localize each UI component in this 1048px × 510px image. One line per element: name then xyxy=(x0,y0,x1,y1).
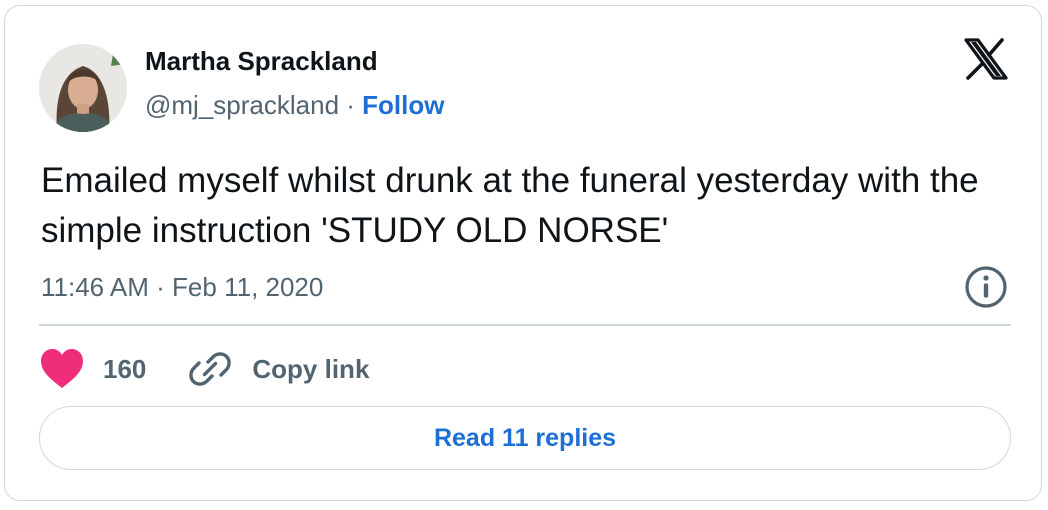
divider xyxy=(39,324,1011,326)
tweet-time: 11:46 AM xyxy=(41,272,149,302)
read-replies-button[interactable]: Read 11 replies xyxy=(39,406,1011,470)
tweet-card: Martha Sprackland @mj_sprackland · Follo… xyxy=(4,5,1042,501)
copy-link-label: Copy link xyxy=(252,353,370,384)
meta-separator: · xyxy=(148,272,173,302)
tweet-date: Feb 11, 2020 xyxy=(172,272,324,302)
author-handle[interactable]: @mj_sprackland xyxy=(145,90,339,120)
handle-separator: · xyxy=(339,90,363,120)
info-icon[interactable] xyxy=(963,264,1009,310)
action-bar: 160 Copy link xyxy=(39,344,369,394)
author-handle-row: @mj_sprackland · Follow xyxy=(145,90,444,121)
copy-link-button[interactable]: Copy link xyxy=(188,347,369,391)
like-button[interactable]: 160 xyxy=(39,348,146,390)
tweet-timestamp[interactable]: 11:46 AM · Feb 11, 2020 xyxy=(41,272,323,303)
x-logo-icon[interactable] xyxy=(963,38,1009,80)
follow-button[interactable]: Follow xyxy=(362,90,444,120)
like-count: 160 xyxy=(103,353,147,384)
tweet-text: Emailed myself whilst drunk at the funer… xyxy=(41,161,979,250)
avatar[interactable] xyxy=(39,44,127,132)
avatar-image xyxy=(39,44,127,132)
heart-icon xyxy=(41,349,83,388)
link-icon xyxy=(189,352,232,386)
author-name[interactable]: Martha Sprackland xyxy=(145,46,378,77)
